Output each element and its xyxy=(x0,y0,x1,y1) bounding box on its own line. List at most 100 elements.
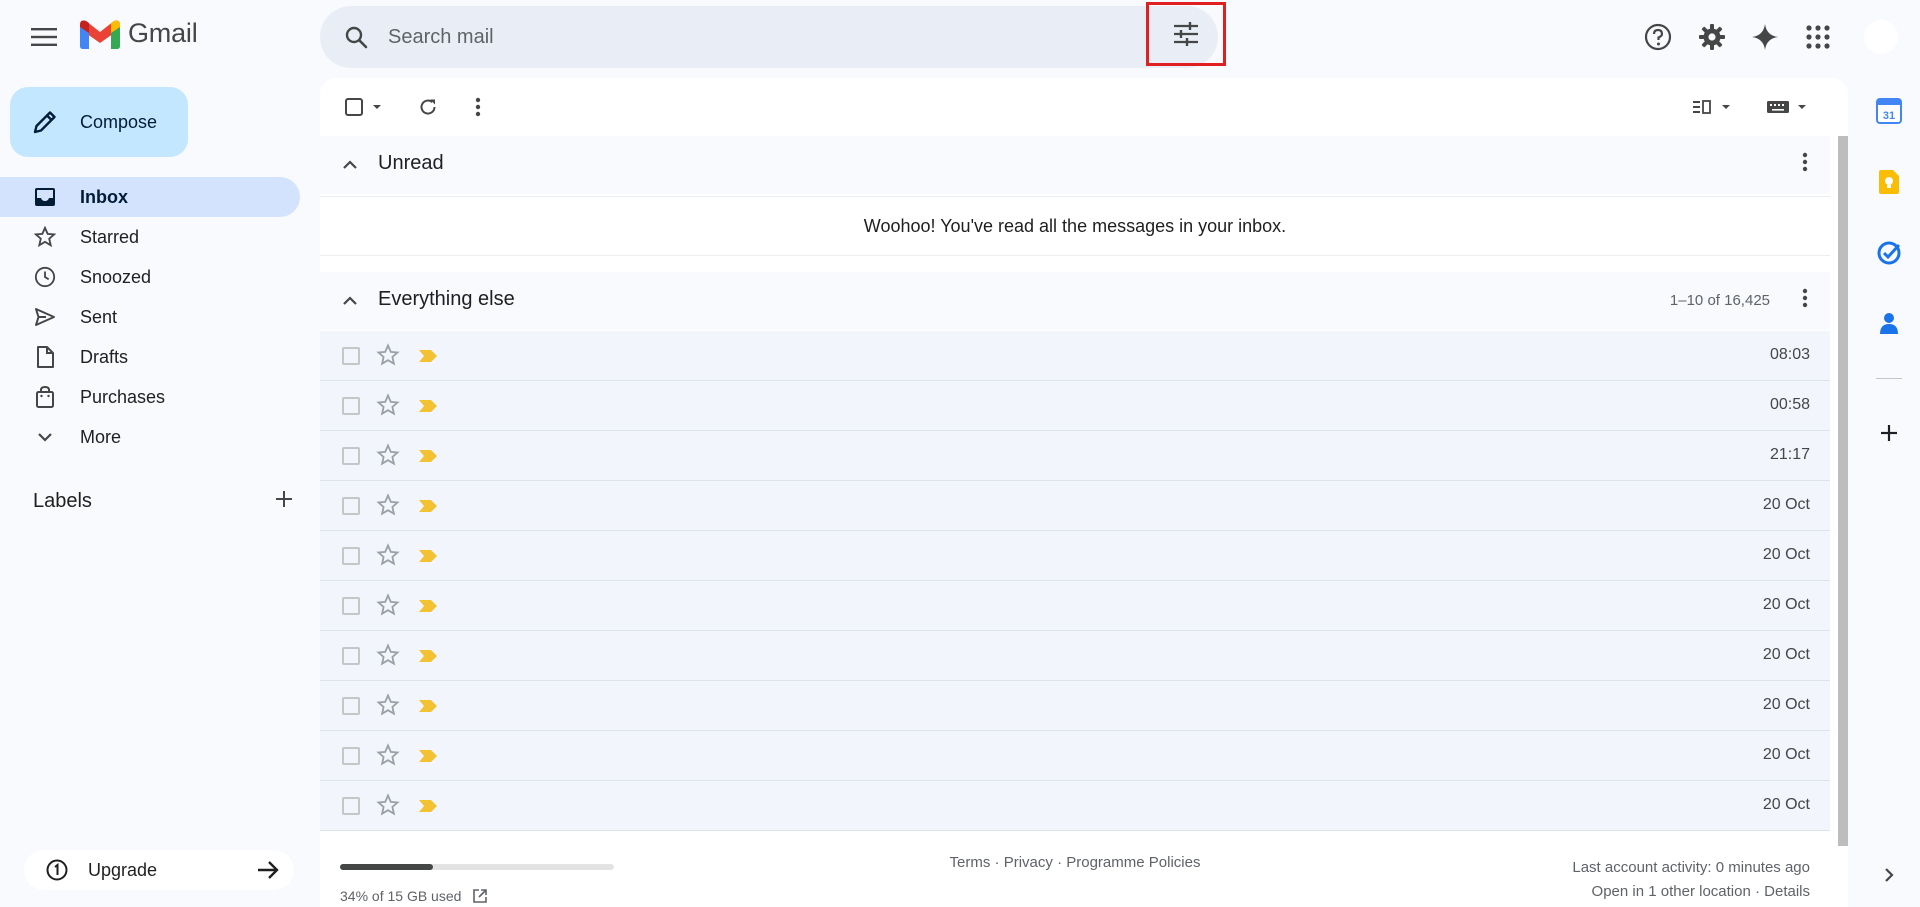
chevron-up-icon xyxy=(343,296,357,305)
show-side-panel-button[interactable] xyxy=(1872,858,1906,892)
star-toggle[interactable] xyxy=(376,693,400,722)
sidebar-item-more[interactable]: More xyxy=(0,417,300,457)
other-location-details-link[interactable]: Open in 1 other location · Details xyxy=(1572,880,1810,904)
importance-marker[interactable] xyxy=(418,799,438,818)
input-tools-toggle[interactable] xyxy=(1760,91,1820,123)
storage-usage[interactable]: 34% of 15 GB used xyxy=(340,888,488,904)
keep-bulb-icon xyxy=(1879,170,1899,194)
tasks-app-button[interactable] xyxy=(1872,236,1906,270)
email-row[interactable]: 21:17 xyxy=(320,431,1830,481)
sidebar-item-snoozed[interactable]: Snoozed xyxy=(0,257,300,297)
importance-marker[interactable] xyxy=(418,449,438,468)
split-pane-toggle[interactable] xyxy=(1685,91,1745,123)
upgrade-button[interactable]: Upgrade xyxy=(24,850,294,890)
email-select-checkbox[interactable] xyxy=(342,347,360,365)
email-row[interactable]: 20 Oct xyxy=(320,731,1830,781)
importance-marker[interactable] xyxy=(418,699,438,718)
star-toggle[interactable] xyxy=(376,793,400,822)
star-toggle[interactable] xyxy=(376,543,400,572)
google-apps-button[interactable] xyxy=(1796,15,1840,59)
sidebar-item-starred[interactable]: Starred xyxy=(0,217,300,257)
importance-marker[interactable] xyxy=(418,549,438,568)
email-time: 20 Oct xyxy=(1762,696,1810,713)
importance-label-icon xyxy=(419,400,437,412)
search-input[interactable] xyxy=(388,18,1148,56)
open-external-icon xyxy=(473,889,488,903)
star-toggle[interactable] xyxy=(376,643,400,672)
settings-button[interactable] xyxy=(1690,15,1734,59)
main-menu-button[interactable] xyxy=(20,13,68,61)
sidebar-item-label: Starred xyxy=(80,226,140,247)
keep-app-button[interactable] xyxy=(1872,165,1906,199)
tasks-check-icon xyxy=(1877,241,1901,265)
collapse-unread-button[interactable] xyxy=(342,153,358,182)
get-add-ons-button[interactable] xyxy=(1872,416,1906,450)
terms-link[interactable]: Terms xyxy=(950,854,991,871)
email-select-checkbox[interactable] xyxy=(342,797,360,815)
refresh-button[interactable] xyxy=(410,91,446,123)
importance-marker[interactable] xyxy=(418,749,438,768)
email-row[interactable]: 20 Oct xyxy=(320,681,1830,731)
star-toggle[interactable] xyxy=(376,343,400,372)
hamburger-menu-icon xyxy=(31,28,57,46)
email-select-checkbox[interactable] xyxy=(342,747,360,765)
help-icon xyxy=(1644,23,1672,51)
gmail-logo[interactable]: Gmail xyxy=(80,18,198,49)
sidebar-item-sent[interactable]: Sent xyxy=(0,297,300,337)
star-toggle[interactable] xyxy=(376,743,400,772)
email-row[interactable]: 00:58 xyxy=(320,381,1830,431)
email-select-checkbox[interactable] xyxy=(342,397,360,415)
search-options-button[interactable] xyxy=(1146,2,1226,66)
email-row[interactable]: 20 Oct xyxy=(320,481,1830,531)
more-vert-icon xyxy=(1802,152,1808,172)
email-select-checkbox[interactable] xyxy=(342,447,360,465)
importance-marker[interactable] xyxy=(418,649,438,668)
email-select-checkbox[interactable] xyxy=(342,647,360,665)
everything-else-section-options-button[interactable] xyxy=(1802,288,1808,313)
star-icon xyxy=(376,793,400,816)
create-label-button[interactable] xyxy=(275,490,293,513)
importance-marker[interactable] xyxy=(418,599,438,618)
star-toggle[interactable] xyxy=(376,593,400,622)
star-icon xyxy=(376,393,400,416)
email-row[interactable]: 20 Oct xyxy=(320,531,1830,581)
email-select-checkbox[interactable] xyxy=(342,697,360,715)
sidebar-item-label: Inbox xyxy=(80,186,128,207)
importance-marker[interactable] xyxy=(418,499,438,518)
sidebar-item-purchases[interactable]: Purchases xyxy=(0,377,300,417)
star-toggle[interactable] xyxy=(376,493,400,522)
star-toggle[interactable] xyxy=(376,443,400,472)
sidebar-item-inbox[interactable]: Inbox xyxy=(0,177,300,217)
privacy-link[interactable]: Privacy xyxy=(1004,854,1053,871)
gemini-button[interactable] xyxy=(1743,15,1787,59)
search-icon xyxy=(345,26,368,49)
gear-icon xyxy=(1699,24,1725,50)
contacts-app-button[interactable] xyxy=(1872,306,1906,340)
collapse-everything-else-button[interactable] xyxy=(342,289,358,318)
unread-section-options-button[interactable] xyxy=(1802,152,1808,177)
importance-label-icon xyxy=(419,650,437,662)
email-row[interactable]: 20 Oct xyxy=(320,581,1830,631)
email-row[interactable]: 20 Oct xyxy=(320,631,1830,681)
calendar-app-button[interactable]: 31 xyxy=(1872,94,1906,128)
compose-button[interactable]: Compose xyxy=(10,87,188,157)
importance-marker[interactable] xyxy=(418,349,438,368)
email-select-checkbox[interactable] xyxy=(342,497,360,515)
email-row[interactable]: 08:03 xyxy=(320,331,1830,381)
compose-label: Compose xyxy=(80,111,158,132)
programme-policies-link[interactable]: Programme Policies xyxy=(1066,854,1200,871)
email-row[interactable]: 20 Oct xyxy=(320,781,1830,831)
email-select-checkbox[interactable] xyxy=(342,597,360,615)
support-button[interactable] xyxy=(1636,15,1680,59)
scrollbar[interactable] xyxy=(1838,136,1848,846)
search-button[interactable] xyxy=(338,19,374,55)
importance-marker[interactable] xyxy=(418,399,438,418)
select-all-dropdown[interactable] xyxy=(340,91,388,123)
more-actions-button[interactable] xyxy=(460,91,496,123)
side-panel: 31 xyxy=(1858,0,1920,907)
email-select-checkbox[interactable] xyxy=(342,547,360,565)
star-toggle[interactable] xyxy=(376,393,400,422)
importance-label-icon xyxy=(419,450,437,462)
sidebar-item-drafts[interactable]: Drafts xyxy=(0,337,300,377)
mail-footer: 34% of 15 GB used Terms · Privacy · Prog… xyxy=(320,846,1830,907)
